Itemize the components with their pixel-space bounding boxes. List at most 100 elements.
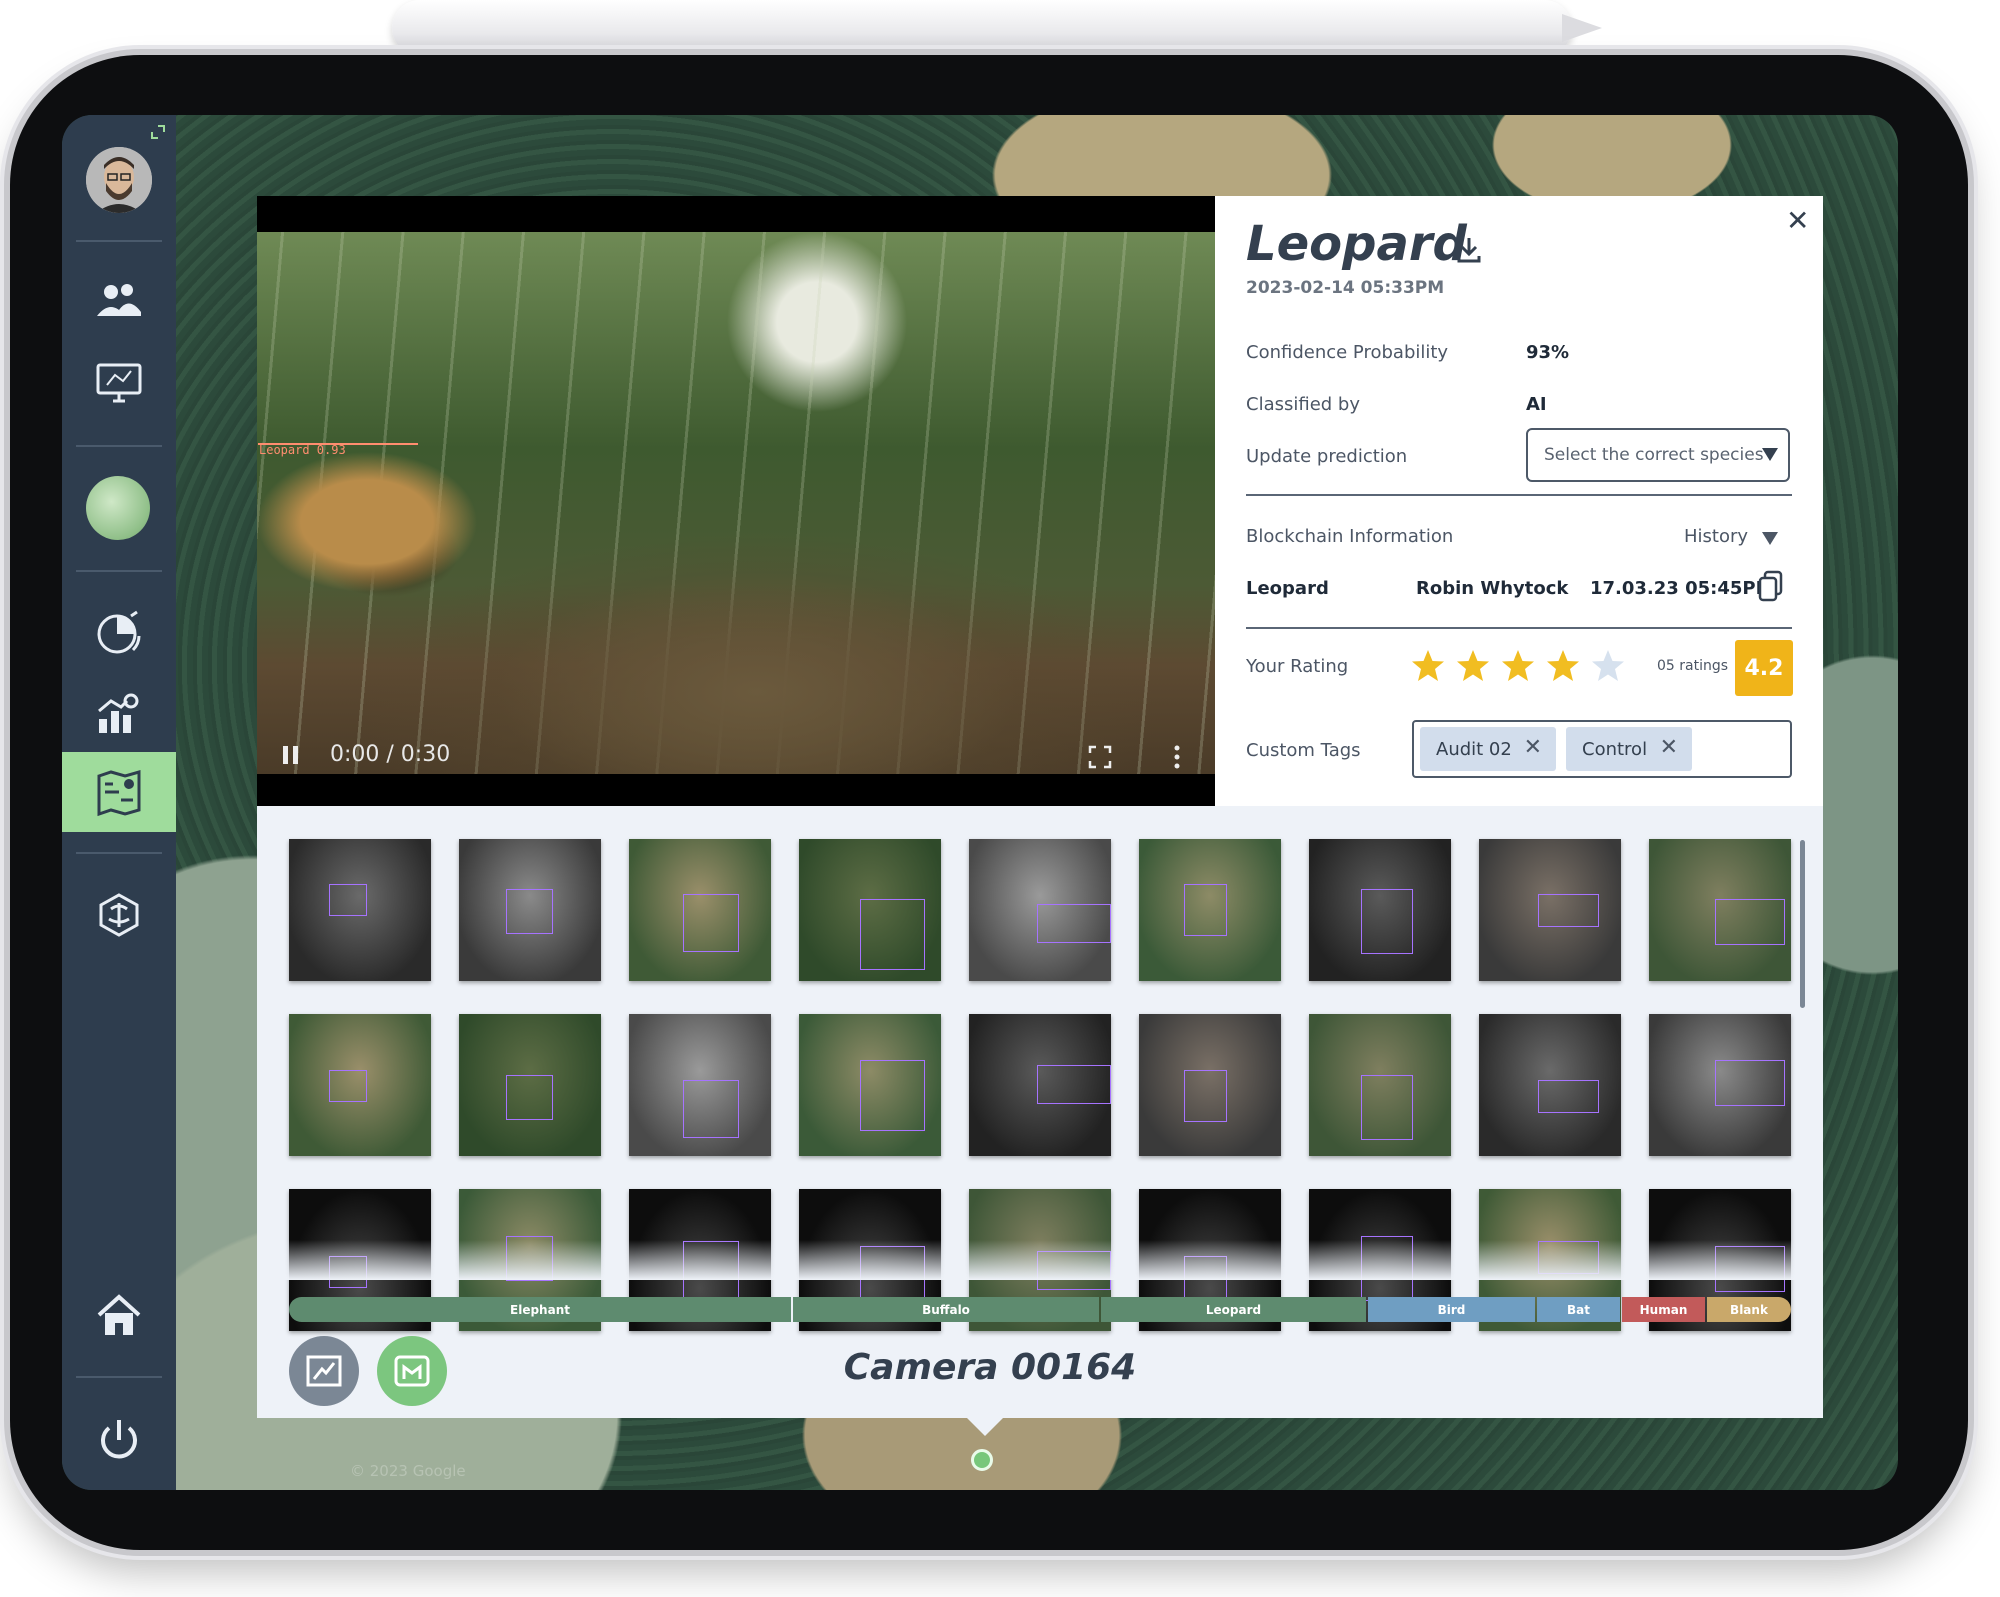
- users-icon[interactable]: [89, 272, 149, 332]
- tag-chip[interactable]: Control ✕: [1566, 727, 1692, 771]
- thumbnail-detection-box: [1184, 884, 1227, 936]
- tag-chip[interactable]: Audit 02 ✕: [1420, 727, 1556, 771]
- map-attribution: © 2023 Google: [350, 1462, 466, 1480]
- camera-trap-video-frame: [257, 232, 1215, 774]
- capture-datetime: 2023-02-14 05:33PM: [1246, 278, 1445, 298]
- scrollbar[interactable]: [1800, 840, 1805, 1008]
- thumbnail-detection-box: [506, 1075, 553, 1120]
- sidebar-divider: [76, 852, 162, 854]
- sidebar-divider: [76, 570, 162, 572]
- thumbnail-detection-box: [329, 1070, 367, 1102]
- stylus: [392, 0, 1602, 56]
- thumbnail-detection-box: [1361, 889, 1413, 954]
- thumbnail-detection-box: [1715, 899, 1785, 945]
- history-toggle[interactable]: History: [1684, 526, 1748, 547]
- thumbnail[interactable]: [289, 839, 431, 981]
- thumbnail-detection-box: [1037, 904, 1111, 943]
- sidebar-divider: [76, 240, 162, 242]
- star-filled-icon[interactable]: [1410, 648, 1446, 684]
- thumbnail[interactable]: [969, 1014, 1111, 1156]
- blockchain-species: Leopard: [1246, 578, 1329, 599]
- brain-icon[interactable]: [89, 885, 149, 945]
- thumbnail[interactable]: [629, 1014, 771, 1156]
- divider: [1246, 627, 1792, 629]
- thumbnail[interactable]: [1479, 839, 1621, 981]
- more-options-icon[interactable]: [1172, 744, 1182, 770]
- category-segment-human[interactable]: Human: [1622, 1297, 1705, 1322]
- camera-title: Camera 00164: [843, 1347, 1137, 1388]
- category-segment-buffalo[interactable]: Buffalo: [793, 1297, 1099, 1322]
- globe-icon[interactable]: [86, 476, 150, 540]
- ratings-count: 05 ratings: [1657, 658, 1729, 674]
- blockchain-label: Blockchain Information: [1246, 526, 1454, 547]
- thumbnail-detection-box: [329, 884, 367, 916]
- monitor-icon[interactable]: [89, 353, 149, 413]
- download-icon[interactable]: [1456, 236, 1482, 264]
- species-select-placeholder: Select the correct species: [1544, 445, 1764, 465]
- close-icon[interactable]: ✕: [1660, 735, 1678, 760]
- modal-pointer: [967, 1418, 1003, 1436]
- thumbnail[interactable]: [459, 1014, 601, 1156]
- chevron-down-icon[interactable]: [1762, 532, 1778, 545]
- thumbnail[interactable]: [799, 839, 941, 981]
- category-segment-bat[interactable]: Bat: [1537, 1297, 1620, 1322]
- home-icon[interactable]: [89, 1285, 149, 1345]
- thumbnail[interactable]: [969, 839, 1111, 981]
- expand-icon[interactable]: [150, 124, 166, 140]
- map-icon[interactable]: [89, 762, 149, 822]
- thumbnail[interactable]: [1309, 1014, 1451, 1156]
- thumbnail[interactable]: [799, 1014, 941, 1156]
- divider: [1246, 494, 1792, 496]
- confidence-label: Confidence Probability: [1246, 342, 1449, 363]
- thumbnail[interactable]: [1139, 839, 1281, 981]
- species-select[interactable]: Select the correct species: [1526, 428, 1790, 482]
- star-filled-icon[interactable]: [1545, 648, 1581, 684]
- thumbnail-detection-box: [683, 894, 739, 952]
- pause-icon[interactable]: [280, 744, 302, 766]
- species-title: Leopard: [1246, 216, 1467, 272]
- thumbnail[interactable]: [1649, 839, 1791, 981]
- close-icon[interactable]: ✕: [1786, 204, 1809, 237]
- thumbnail[interactable]: [1649, 1014, 1791, 1156]
- rating-label: Your Rating: [1246, 656, 1349, 677]
- camera-map-pin[interactable]: [971, 1449, 993, 1471]
- thumbnail[interactable]: [629, 839, 771, 981]
- thumbnail[interactable]: [289, 1014, 431, 1156]
- sidebar-divider: [76, 445, 162, 447]
- image-review-button[interactable]: [289, 1336, 359, 1406]
- thumbnail[interactable]: [1479, 1014, 1621, 1156]
- classified-value: AI: [1526, 394, 1547, 415]
- close-icon[interactable]: ✕: [1524, 735, 1542, 760]
- category-segment-elephant[interactable]: Elephant: [289, 1297, 791, 1322]
- tags-label: Custom Tags: [1246, 740, 1361, 761]
- thumbnail-detection-box: [1184, 1070, 1227, 1122]
- thumbnail[interactable]: [459, 839, 601, 981]
- copy-icon[interactable]: [1758, 570, 1784, 602]
- power-icon[interactable]: [89, 1410, 149, 1470]
- video-time: 0:00 / 0:30: [330, 742, 451, 767]
- thumbnail-detection-box: [1538, 1080, 1599, 1113]
- category-segment-leopard[interactable]: Leopard: [1101, 1297, 1366, 1322]
- thumbnail-detection-box: [1715, 1060, 1785, 1106]
- star-filled-icon[interactable]: [1455, 648, 1491, 684]
- blockchain-timestamp: 17.03.23 05:45PM: [1590, 578, 1774, 599]
- tag-chip-label: Audit 02: [1436, 738, 1512, 760]
- analytics-icon[interactable]: [89, 683, 149, 743]
- video-review-button[interactable]: [377, 1336, 447, 1406]
- tag-chip-label: Control: [1582, 738, 1648, 760]
- star-empty-icon[interactable]: [1590, 648, 1626, 684]
- fullscreen-icon[interactable]: [1088, 745, 1112, 769]
- avatar[interactable]: [86, 147, 152, 213]
- confidence-value: 93%: [1526, 342, 1570, 363]
- chart-icon[interactable]: [89, 602, 149, 662]
- category-segment-blank[interactable]: Blank: [1707, 1297, 1791, 1322]
- thumbnail-detection-box: [506, 889, 553, 934]
- image-review-icon: [306, 1355, 342, 1387]
- sidebar-divider: [76, 1376, 162, 1378]
- thumbnail[interactable]: [1309, 839, 1451, 981]
- star-filled-icon[interactable]: [1500, 648, 1536, 684]
- chevron-down-icon[interactable]: [1762, 448, 1778, 461]
- thumbnail-detection-box: [1037, 1065, 1111, 1104]
- thumbnail[interactable]: [1139, 1014, 1281, 1156]
- category-segment-bird[interactable]: Bird: [1368, 1297, 1535, 1322]
